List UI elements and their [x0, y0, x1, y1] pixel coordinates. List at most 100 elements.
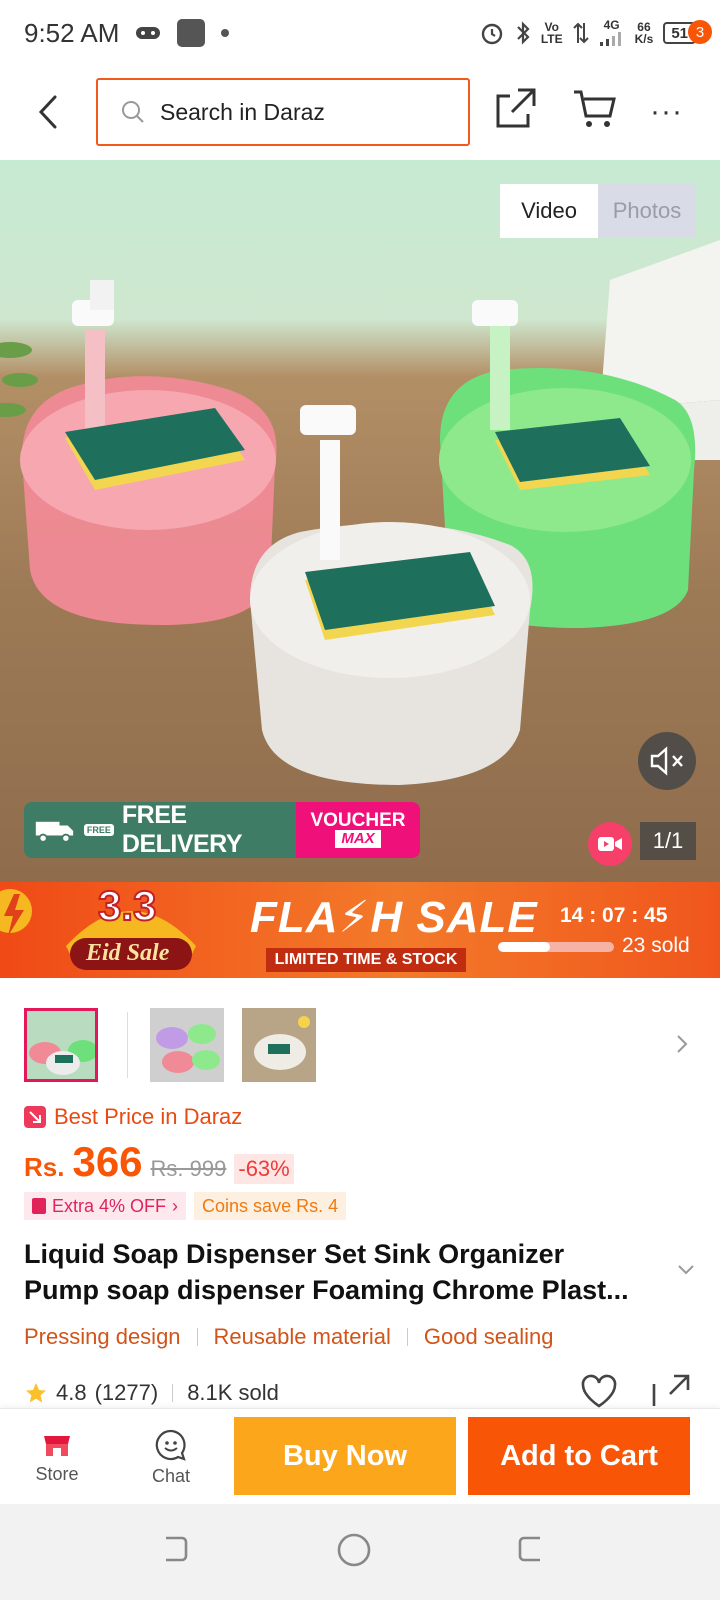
more-options-button[interactable]: ···: [650, 86, 702, 138]
system-back-button[interactable]: [514, 1532, 554, 1572]
rating-row[interactable]: 4.8 (1277) 8.1K sold: [24, 1380, 279, 1406]
chevron-right-small-icon: ›: [172, 1195, 179, 1216]
free-tag: FREE: [83, 824, 114, 836]
divider: [172, 1384, 174, 1402]
voucher-icon: [32, 1198, 46, 1214]
search-placeholder: Search in Daraz: [160, 98, 325, 125]
voucher-text: VOUCHER: [310, 810, 406, 831]
thumbnail-strip: [0, 1006, 720, 1092]
store-icon: [44, 1435, 70, 1456]
chat-icon: [155, 1429, 186, 1461]
bottom-action-bar: Store Chat Buy Now Add to Cart: [0, 1408, 720, 1504]
product-title: Liquid Soap Dispenser Set Sink Organizer…: [24, 1236, 674, 1308]
rating-value: 4.8: [56, 1380, 87, 1405]
signal-indicator: 4G: [599, 19, 625, 47]
divider: [406, 1328, 408, 1346]
thumbnail-image: [27, 1011, 95, 1079]
flash-countdown: 14 : 07 : 45: [560, 904, 668, 927]
lightning-decoration-icon: [0, 889, 32, 936]
system-navigation-bar: [0, 1504, 720, 1600]
chevron-down-icon: [678, 1265, 694, 1275]
arrow-down-icon: [29, 1111, 41, 1123]
voucher-max-text: MAX: [335, 830, 381, 848]
share-icon: [496, 88, 536, 128]
product-image: [0, 240, 720, 785]
original-price: Rs. 999: [150, 1156, 227, 1181]
wishlist-button[interactable]: [580, 1374, 618, 1408]
cart-icon: [574, 90, 616, 127]
store-label: Store: [35, 1463, 79, 1484]
signal-bars-icon: [599, 32, 621, 46]
review-count: (1277): [94, 1380, 159, 1405]
product-title-line2: Pump soap dispenser Foaming Chrome Plast…: [24, 1275, 629, 1305]
price-value: 366: [72, 1138, 143, 1185]
thumbnail-video[interactable]: [24, 1008, 98, 1082]
top-header: Search in Daraz ···: [0, 66, 720, 158]
share-product-button[interactable]: [652, 1374, 690, 1408]
best-price-text: Best Price in Daraz: [54, 1104, 243, 1129]
volte-indicator: Vo LTE: [540, 20, 563, 46]
thumbnail-photo-2[interactable]: [242, 1008, 316, 1082]
video-glyph-icon: [598, 837, 622, 851]
media-counter: 1/1: [640, 822, 696, 860]
price-currency: Rs.: [24, 1152, 65, 1182]
home-button[interactable]: [336, 1532, 376, 1572]
coins-text: Coins save Rs. 4: [202, 1195, 339, 1216]
extra-off-promo[interactable]: Extra 4% OFF ›: [24, 1192, 187, 1220]
search-icon: [122, 101, 144, 123]
sold-progress-fill: [498, 942, 551, 952]
thumbnail-photo-1[interactable]: [150, 1008, 224, 1082]
tab-video[interactable]: Video: [500, 184, 598, 238]
extra-off-text: Extra 4% OFF: [52, 1195, 167, 1216]
status-time: 9:52 AM: [24, 17, 120, 48]
thumbnail-image: [242, 1008, 316, 1082]
mute-button[interactable]: [638, 732, 696, 790]
home-circle-icon: [337, 1533, 371, 1567]
video-camera-icon[interactable]: [588, 822, 632, 866]
heart-icon: [581, 1374, 617, 1408]
price-row: Rs. 366 Rs. 999 -63%: [24, 1138, 294, 1186]
chat-button[interactable]: Chat: [126, 1419, 216, 1495]
data-transfer-icon: [572, 22, 589, 44]
game-controller-icon: [136, 27, 161, 39]
feature-tag: Reusable material: [213, 1324, 391, 1349]
add-to-cart-button[interactable]: Add to Cart: [468, 1417, 690, 1495]
share-button[interactable]: [494, 86, 546, 138]
more-notifications-icon: [221, 29, 230, 37]
truck-icon: [35, 821, 74, 843]
feature-tag: Good sealing: [423, 1324, 554, 1349]
coins-promo: Coins save Rs. 4: [194, 1192, 347, 1220]
free-delivery-banner: FREE FREE DELIVERY VOUCHER MAX: [24, 802, 420, 858]
alarm-icon: [481, 23, 503, 45]
app-notification-icon: [177, 19, 206, 47]
flash-sale-banner[interactable]: 3.3 Eid Sale FLA⚡H SALE LIMITED TIME & S…: [0, 882, 720, 978]
share-icon: [652, 1374, 690, 1406]
tab-photos[interactable]: Photos: [598, 184, 696, 238]
promo-row: Extra 4% OFF › Coins save Rs. 4: [24, 1192, 347, 1220]
more-dots-icon: ···: [650, 95, 683, 128]
flash-sale-title: FLA⚡H SALE: [250, 893, 538, 942]
star-icon: [26, 1383, 46, 1403]
recents-button[interactable]: [158, 1532, 198, 1572]
bluetooth-icon: [517, 21, 530, 45]
store-button[interactable]: Store: [12, 1419, 102, 1495]
cart-button[interactable]: [572, 86, 624, 138]
expand-title-button[interactable]: [676, 1262, 700, 1286]
back-button[interactable]: [0, 66, 96, 158]
speaker-muted-icon: [650, 746, 683, 776]
sold-progress-bar: [498, 942, 614, 952]
flash-sold-count: 23 sold: [622, 934, 690, 957]
product-title-line1: Liquid Soap Dispenser Set Sink Organizer: [24, 1239, 565, 1269]
free-delivery-text: FREE DELIVERY: [121, 802, 243, 858]
thumbnail-divider: [127, 1012, 128, 1078]
chevron-right-icon: [677, 1035, 688, 1053]
media-tabs: Video Photos: [500, 184, 696, 238]
buy-now-button[interactable]: Buy Now: [234, 1417, 456, 1495]
best-price-icon: [24, 1106, 46, 1128]
feature-tags: Pressing design Reusable material Good s…: [24, 1324, 554, 1350]
search-input[interactable]: Search in Daraz: [96, 78, 470, 146]
eid-number: 3.3: [97, 882, 157, 930]
product-media[interactable]: Video Photos FREE FREE DELIVERY VOUCHER …: [0, 160, 720, 882]
eid-label: Eid Sale: [86, 940, 170, 966]
thumbnails-next-button[interactable]: [672, 1030, 700, 1058]
